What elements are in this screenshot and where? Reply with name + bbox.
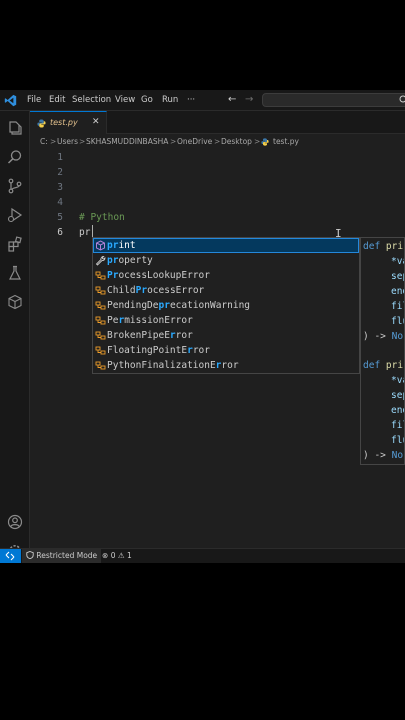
suggestion-details: def pri *va sep end fil flu ) -> No def … (360, 237, 405, 465)
restricted-mode-label: Restricted Mode (36, 551, 98, 560)
warning-icon: ⚠ (117, 551, 125, 560)
breadcrumb-users[interactable]: Users (57, 135, 78, 149)
line-number: 5 (57, 212, 63, 223)
signature-line: def pri (363, 241, 404, 252)
tab-test-py[interactable]: test.py ✕ (30, 111, 107, 134)
signature-param: flu (391, 316, 404, 327)
run-debug-icon[interactable] (6, 206, 24, 224)
breadcrumb: C: > Users > SKHASMUDDINBASHA > OneDrive… (30, 135, 405, 149)
class-icon (95, 301, 106, 310)
problems-indicator[interactable]: ⊗ 0 ⚠ 1 (102, 549, 132, 563)
line-number: 1 (57, 152, 63, 163)
suggestion-item[interactable]: print (93, 238, 359, 253)
title-bar: File Edit Selection View Go Run ··· ← → (0, 90, 405, 111)
class-icon (95, 346, 106, 355)
code-comment: # Python (79, 212, 125, 223)
cube-icon (96, 240, 105, 251)
status-bar: Restricted Mode ⊗ 0 ⚠ 1 (0, 548, 405, 563)
account-icon[interactable] (6, 513, 24, 531)
signature-param: end (391, 286, 404, 297)
command-center-search[interactable] (262, 93, 405, 107)
activity-bar (0, 111, 30, 557)
shield-icon (26, 551, 34, 560)
signature-param: end (391, 405, 404, 416)
suggest-widget: print property ProcessLookupError ChildP… (92, 237, 360, 374)
signature-return: ) -> No (363, 331, 404, 342)
signature-param: sep (391, 271, 404, 282)
suggestion-item[interactable]: ChildProcessError (93, 283, 359, 298)
suggestion-item[interactable]: property (93, 253, 359, 268)
breadcrumb-separator: > (254, 137, 261, 146)
menu-file[interactable]: File (27, 94, 41, 107)
breadcrumb-drive[interactable]: C: (40, 135, 48, 149)
class-icon (95, 331, 106, 340)
menu-selection[interactable]: Selection (72, 94, 111, 107)
typed-text: pr (79, 227, 91, 238)
wrench-icon (95, 256, 106, 266)
class-icon (95, 271, 106, 280)
extensions-icon[interactable] (6, 235, 24, 253)
line-number: 2 (57, 167, 63, 178)
python-file-icon (37, 119, 46, 128)
breadcrumb-separator: > (79, 137, 86, 146)
breadcrumb-user-folder[interactable]: SKHASMUDDINBASHA (86, 135, 168, 149)
suggestion-item[interactable]: PendingDeprecationWarning (93, 298, 359, 313)
close-icon[interactable]: ✕ (92, 116, 100, 129)
breadcrumb-separator: > (214, 137, 221, 146)
remote-icon (5, 551, 15, 561)
signature-param: fil (391, 301, 404, 312)
breadcrumb-separator: > (50, 137, 57, 146)
signature-param: flu (391, 435, 404, 446)
error-count: 0 (110, 551, 116, 560)
signature-param: *va (391, 256, 404, 267)
warning-count: 1 (126, 551, 132, 560)
menu-go[interactable]: Go (141, 94, 153, 107)
search-icon (399, 95, 405, 103)
suggestion-item[interactable]: FloatingPointError (93, 343, 359, 358)
python-file-icon (261, 138, 269, 146)
suggestion-item[interactable]: BrokenPipeError (93, 328, 359, 343)
breadcrumb-separator: > (170, 137, 177, 146)
restricted-mode-badge[interactable]: Restricted Mode (22, 549, 102, 563)
testing-flask-icon[interactable] (6, 264, 24, 282)
signature-param: *va (391, 375, 404, 386)
line-number: 4 (57, 197, 63, 208)
line-number: 3 (57, 182, 63, 193)
vscode-window: File Edit Selection View Go Run ··· ← → (0, 90, 405, 563)
source-control-icon[interactable] (6, 177, 24, 195)
tab-label: test.py (50, 118, 78, 127)
suggestion-item[interactable]: ProcessLookupError (93, 268, 359, 283)
error-icon: ⊗ (102, 551, 109, 560)
tab-bar: test.py ✕ (30, 111, 405, 134)
signature-line: def pri (363, 360, 404, 371)
search-icon[interactable] (6, 148, 24, 166)
class-icon (95, 286, 106, 295)
signature-param: sep (391, 390, 404, 401)
remote-indicator-button[interactable] (0, 549, 21, 563)
back-arrow-icon[interactable]: ← (228, 93, 236, 107)
menu-more[interactable]: ··· (187, 94, 195, 107)
suggestion-item[interactable]: PermissionError (93, 313, 359, 328)
remote-explorer-icon[interactable] (6, 293, 24, 311)
suggestion-item[interactable]: PythonFinalizationError (93, 358, 359, 373)
signature-param: fil (391, 420, 404, 431)
menu-view[interactable]: View (115, 94, 135, 107)
menu-run[interactable]: Run (162, 94, 178, 107)
breadcrumb-file[interactable]: test.py (273, 135, 299, 149)
signature-return: ) -> No (363, 450, 404, 461)
class-icon (95, 316, 106, 325)
forward-arrow-icon[interactable]: → (245, 93, 253, 107)
editor-area: test.py ✕ C: > Users > SKHASMUDDINBASHA … (30, 111, 405, 548)
menu-edit[interactable]: Edit (49, 94, 65, 107)
class-icon (95, 361, 106, 370)
explorer-files-icon[interactable] (6, 119, 24, 137)
breadcrumb-onedrive[interactable]: OneDrive (177, 135, 212, 149)
vscode-logo-icon (4, 94, 17, 107)
breadcrumb-desktop[interactable]: Desktop (221, 135, 252, 149)
